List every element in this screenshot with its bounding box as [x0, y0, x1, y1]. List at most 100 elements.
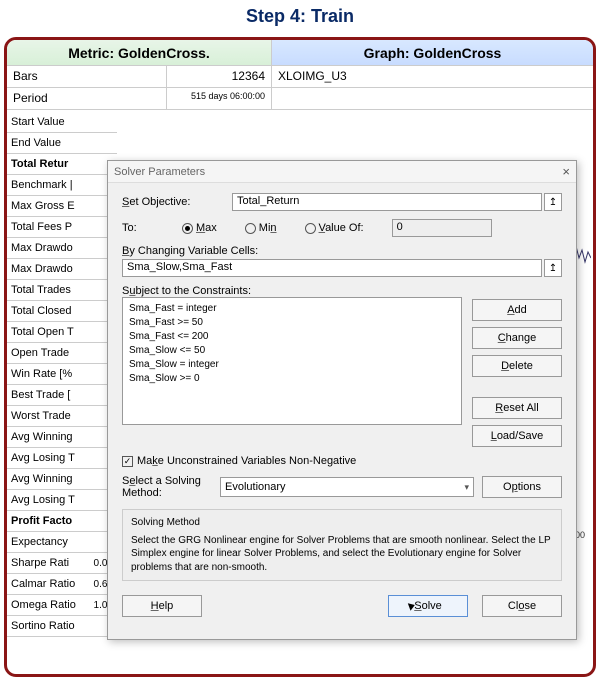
stat-row: Win Rate [% [7, 364, 117, 385]
bars-right: XLOIMG_U3 [272, 66, 593, 87]
close-button[interactable]: Close [482, 595, 562, 617]
desc-body: Select the GRG Nonlinear engine for Solv… [131, 534, 553, 575]
constraint-item[interactable]: Sma_Slow >= 0 [129, 372, 455, 386]
solve-button[interactable]: Solve [388, 595, 468, 617]
change-button[interactable]: Change [472, 327, 562, 349]
stat-row: Avg Winning [7, 469, 117, 490]
metric-header: Metric: GoldenCross. [7, 40, 272, 65]
stat-row: Calmar Ratio0.62 [7, 574, 117, 595]
stat-row: Total Open T [7, 322, 117, 343]
constraints-list[interactable]: Sma_Fast = integerSma_Fast >= 50Sma_Fast… [122, 297, 462, 425]
bars-value: 12364 [167, 66, 272, 87]
stat-label: Max Drawdo [11, 263, 73, 275]
method-select[interactable]: Evolutionary ▾ [220, 477, 474, 497]
bars-row: Bars 12364 XLOIMG_U3 [7, 66, 593, 88]
stat-row: Total Retur [7, 154, 117, 175]
radio-max[interactable]: Max [182, 222, 217, 234]
chevron-down-icon: ▾ [464, 482, 469, 493]
stat-label: Avg Losing T [11, 452, 75, 464]
bars-label: Bars [7, 66, 167, 87]
stat-label: Total Open T [11, 326, 74, 338]
stat-label: Total Trades [11, 284, 71, 296]
close-icon[interactable]: × [562, 164, 570, 179]
stat-row: Avg Losing T [7, 448, 117, 469]
stat-row: Open Trade [7, 343, 117, 364]
objective-input[interactable]: Total_Return [232, 193, 542, 211]
to-label: To: [122, 222, 152, 234]
stat-row: Omega Ratio1.04 [7, 595, 117, 616]
stat-label: Avg Winning [11, 431, 73, 443]
changing-cells-label: By Changing Variable Cells: [122, 245, 562, 257]
method-value: Evolutionary [225, 481, 286, 493]
radio-min[interactable]: Min [245, 222, 277, 234]
dialog-titlebar: Solver Parameters × [108, 161, 576, 183]
reset-all-button[interactable]: Reset All [472, 397, 562, 419]
graph-header: Graph: GoldenCross [272, 40, 593, 65]
stat-row: Avg Winning [7, 427, 117, 448]
constraint-item[interactable]: Sma_Fast <= 200 [129, 330, 455, 344]
nonneg-checkbox[interactable]: Make Unconstrained Variables Non-Negativ… [122, 455, 562, 467]
stat-row: Sharpe Rati0.05 [7, 553, 117, 574]
constraint-item[interactable]: Sma_Slow <= 50 [129, 344, 455, 358]
delete-button[interactable]: Delete [472, 355, 562, 377]
options-button[interactable]: Options [482, 476, 562, 498]
stat-label: Avg Winning [11, 473, 73, 485]
stat-label: End Value [11, 137, 61, 149]
changing-cells-input[interactable]: Sma_Slow,Sma_Fast [122, 259, 542, 277]
stat-row: Benchmark | [7, 175, 117, 196]
collapse-icon-2[interactable]: ↥ [544, 259, 562, 277]
stat-label: Total Closed [11, 305, 72, 317]
header-row: Metric: GoldenCross. Graph: GoldenCross [7, 40, 593, 66]
radio-value-of[interactable]: Value Of: [305, 222, 364, 234]
stat-row: Start Value [7, 112, 117, 133]
stat-label: Sharpe Rati [11, 557, 69, 569]
collapse-icon[interactable]: ↥ [544, 193, 562, 211]
stat-row: Total Closed [7, 301, 117, 322]
period-right [272, 88, 593, 109]
constraint-item[interactable]: Sma_Slow = integer [129, 358, 455, 372]
stat-row: Worst Trade [7, 406, 117, 427]
constraint-item[interactable]: Sma_Fast = integer [129, 302, 455, 316]
method-label: Select a Solving Method: [122, 475, 212, 499]
stat-label: Expectancy [11, 536, 68, 548]
nonneg-label: Make Unconstrained Variables Non-Negativ… [137, 455, 356, 467]
add-button[interactable]: Add [472, 299, 562, 321]
set-objective-label: Set Objective: [122, 196, 232, 208]
stat-row: Total Trades [7, 280, 117, 301]
stat-label: Max Drawdo [11, 242, 73, 254]
stat-row: Expectancy [7, 532, 117, 553]
stat-row: Max Gross E [7, 196, 117, 217]
stat-label: Sortino Ratio [11, 620, 75, 632]
stat-label: Profit Facto [11, 515, 72, 527]
stat-label: Avg Losing T [11, 494, 75, 506]
period-row: Period 515 days 06:00:00 [7, 88, 593, 110]
step-title: Step 4: Train [0, 0, 600, 37]
stat-label: Benchmark | [11, 179, 73, 191]
main-frame: Metric: GoldenCross. Graph: GoldenCross … [4, 37, 596, 677]
desc-header: Solving Method [131, 516, 553, 530]
stat-label: Win Rate [% [11, 368, 72, 380]
period-value: 515 days 06:00:00 [167, 88, 272, 109]
help-button[interactable]: Help [122, 595, 202, 617]
stat-label: Worst Trade [11, 410, 71, 422]
stat-row: Best Trade [ [7, 385, 117, 406]
load-save-button[interactable]: Load/Save [472, 425, 562, 447]
stat-label: Best Trade [ [11, 389, 70, 401]
stat-label: Start Value [11, 116, 65, 128]
stat-row: Total Fees P [7, 217, 117, 238]
stat-row: End Value [7, 133, 117, 154]
value-of-input[interactable]: 0 [392, 219, 492, 237]
stat-row: Profit Facto [7, 511, 117, 532]
solving-method-description: Solving Method Select the GRG Nonlinear … [122, 509, 562, 581]
solver-dialog: Solver Parameters × Set Objective: Total… [107, 160, 577, 640]
constraints-label: Subject to the Constraints: [122, 285, 562, 297]
stats-column: Start Value End Value Total Retur Benchmark… [7, 112, 117, 637]
stat-label: Calmar Ratio [11, 578, 75, 590]
constraint-item[interactable]: Sma_Fast >= 50 [129, 316, 455, 330]
stat-row: Avg Losing T [7, 490, 117, 511]
dialog-title: Solver Parameters [114, 166, 205, 178]
stat-label: Total Fees P [11, 221, 72, 233]
checkbox-icon [122, 456, 133, 467]
stat-label: Open Trade [11, 347, 69, 359]
stat-row: Max Drawdo [7, 259, 117, 280]
